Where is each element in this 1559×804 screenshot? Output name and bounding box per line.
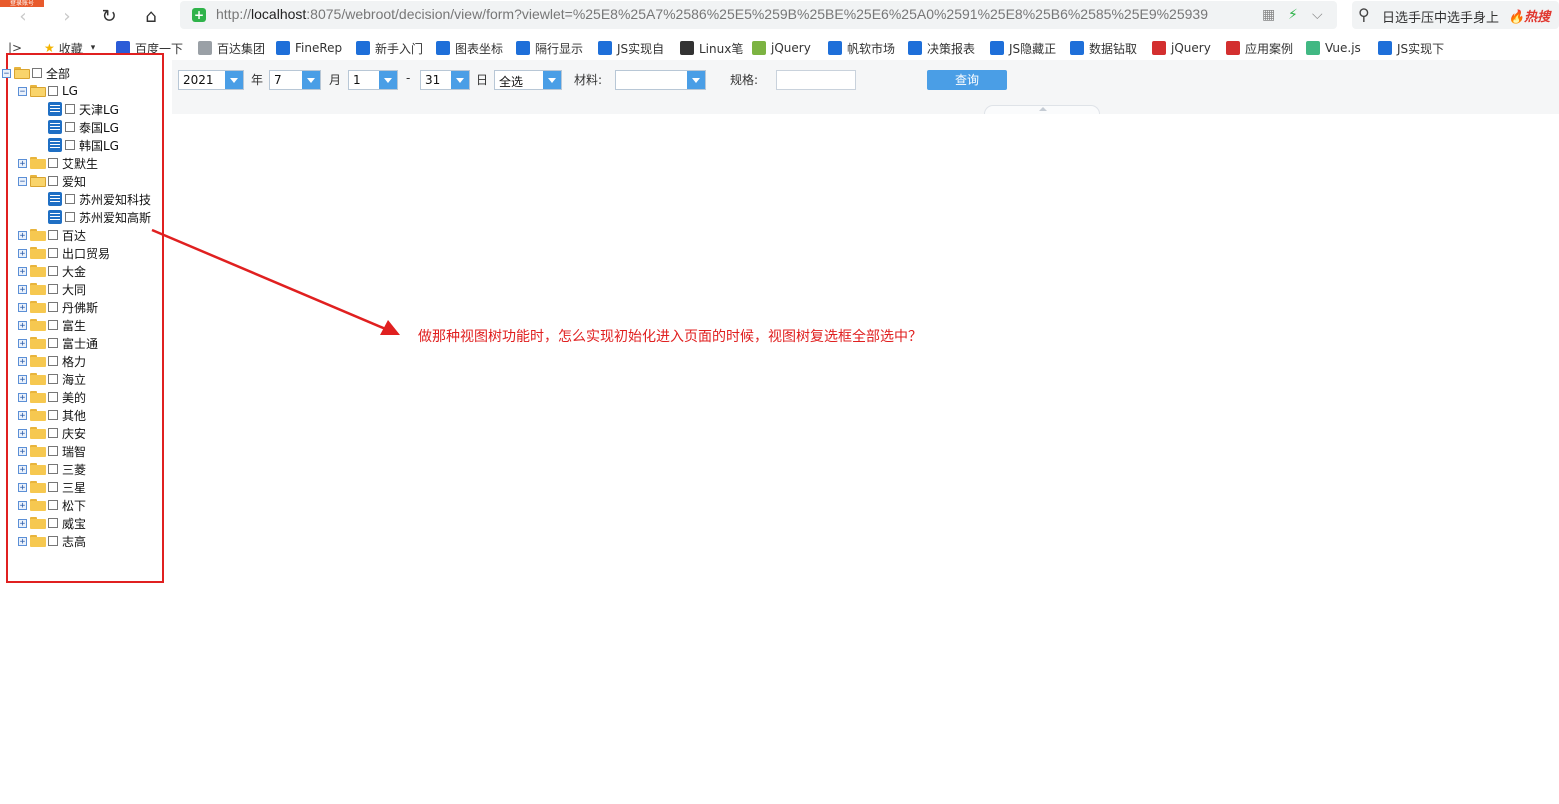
annotation-text: 做那种视图树功能时，怎么实现初始化进入页面的时候，视图树复选框全部选中？ [418, 329, 922, 345]
arrow-shaft [151, 228, 389, 332]
annotation-arrow [151, 228, 400, 335]
